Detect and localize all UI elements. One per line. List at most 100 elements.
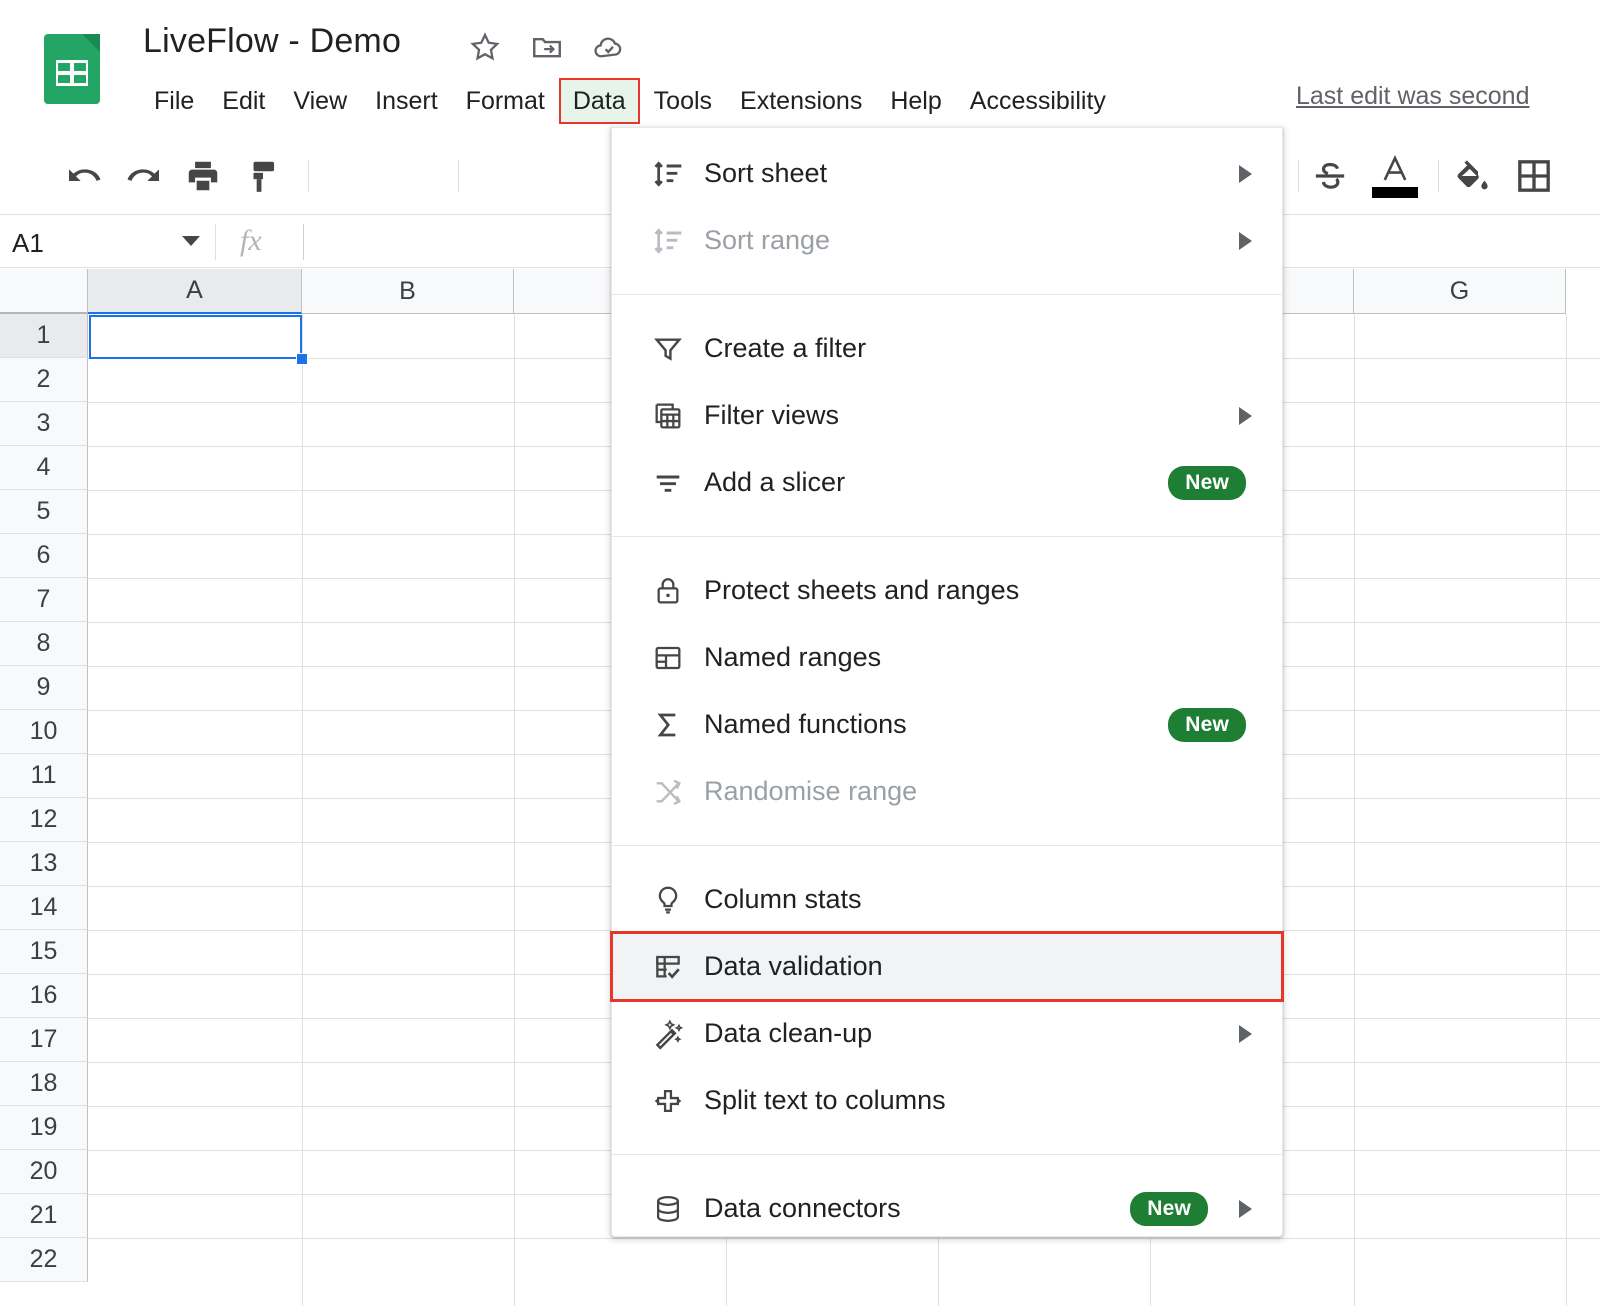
divider	[215, 224, 216, 260]
menu-spacer	[612, 1163, 1282, 1175]
sort-icon	[651, 157, 685, 191]
undo-icon[interactable]	[64, 154, 104, 198]
row-header-12[interactable]: 12	[0, 798, 88, 842]
lightbulb-icon	[651, 883, 685, 917]
menu-item-split-text-to-columns[interactable]: Split text to columns	[612, 1067, 1282, 1134]
magic-wand-icon	[651, 1017, 685, 1051]
row-header-13[interactable]: 13	[0, 842, 88, 886]
menu-spacer	[612, 128, 1282, 140]
row-header-5[interactable]: 5	[0, 490, 88, 534]
document-title[interactable]: LiveFlow - Demo	[143, 22, 401, 61]
menu-view[interactable]: View	[279, 78, 361, 124]
menu-help[interactable]: Help	[876, 78, 955, 124]
menu-item-create-a-filter[interactable]: Create a filter	[612, 315, 1282, 382]
menu-item-named-functions[interactable]: Named functions New	[612, 691, 1282, 758]
menu-item-randomise-range: Randomise range	[612, 758, 1282, 825]
menu-item-protect-sheets-and-ranges[interactable]: Protect sheets and ranges	[612, 557, 1282, 624]
menu-data[interactable]: Data	[558, 78, 640, 124]
sigma-icon	[651, 708, 685, 742]
row-header-2[interactable]: 2	[0, 358, 88, 402]
star-icon[interactable]	[468, 30, 502, 64]
borders-icon[interactable]	[1514, 154, 1554, 198]
menu-tools[interactable]: Tools	[640, 78, 726, 124]
menu-format[interactable]: Format	[452, 78, 559, 124]
row-header-18[interactable]: 18	[0, 1062, 88, 1106]
submenu-arrow-icon	[1239, 1199, 1252, 1218]
menu-file[interactable]: File	[140, 78, 208, 124]
fill-color-icon[interactable]	[1452, 154, 1492, 198]
menu-separator	[612, 1154, 1282, 1155]
divider	[303, 224, 304, 260]
menu-spacer	[612, 545, 1282, 557]
menu-item-sort-sheet[interactable]: Sort sheet	[612, 140, 1282, 207]
redo-icon[interactable]	[124, 154, 164, 198]
data-menu-dropdown: Sort sheet Sort range Create a filter Filte…	[610, 127, 1284, 1237]
row-header-21[interactable]: 21	[0, 1194, 88, 1238]
menu-spacer	[612, 274, 1282, 286]
row-header-19[interactable]: 19	[0, 1106, 88, 1150]
last-edit-status[interactable]: Last edit was second	[1296, 82, 1529, 111]
row-header-10[interactable]: 10	[0, 710, 88, 754]
menu-insert[interactable]: Insert	[361, 78, 452, 124]
grid-line-vertical	[1354, 314, 1355, 1306]
submenu-arrow-icon	[1239, 406, 1252, 425]
row-header-11[interactable]: 11	[0, 754, 88, 798]
row-header-3[interactable]: 3	[0, 402, 88, 446]
menu-item-label: Sort range	[704, 225, 831, 255]
menu-item-data-validation[interactable]: Data validation	[610, 931, 1284, 1002]
move-to-folder-icon[interactable]	[530, 30, 564, 64]
shuffle-icon	[651, 775, 685, 809]
select-all-corner[interactable]	[0, 269, 88, 314]
row-header-14[interactable]: 14	[0, 886, 88, 930]
row-header-8[interactable]: 8	[0, 622, 88, 666]
print-icon[interactable]	[184, 154, 222, 198]
submenu-arrow-icon	[1239, 164, 1252, 183]
menu-item-data-connectors[interactable]: Data connectors New	[612, 1175, 1282, 1242]
row-header-22[interactable]: 22	[0, 1238, 88, 1282]
menu-item-sort-range: Sort range	[612, 207, 1282, 274]
row-header-7[interactable]: 7	[0, 578, 88, 622]
row-header-20[interactable]: 20	[0, 1150, 88, 1194]
row-header-6[interactable]: 6	[0, 534, 88, 578]
menu-spacer	[612, 1242, 1282, 1254]
new-badge: New	[1168, 707, 1246, 742]
menu-edit[interactable]: Edit	[208, 78, 279, 124]
column-header-a[interactable]: A	[88, 269, 302, 314]
menu-item-column-stats[interactable]: Column stats	[612, 866, 1282, 933]
row-header-15[interactable]: 15	[0, 930, 88, 974]
row-header-16[interactable]: 16	[0, 974, 88, 1018]
menu-item-label: Named functions	[704, 709, 907, 739]
row-header-4[interactable]: 4	[0, 446, 88, 490]
title-bar: LiveFlow - Demo File Edit View Insert Fo…	[0, 0, 1600, 132]
menu-item-data-clean-up[interactable]: Data clean-up	[612, 1000, 1282, 1067]
column-header-b[interactable]: B	[302, 269, 514, 314]
filter-views-icon	[651, 399, 685, 433]
active-cell-a1[interactable]	[89, 315, 302, 359]
new-badge: New	[1130, 1191, 1208, 1226]
menu-separator	[612, 845, 1282, 846]
menu-item-named-ranges[interactable]: Named ranges	[612, 624, 1282, 691]
grid-line-vertical	[1566, 314, 1567, 1306]
menu-item-add-a-slicer[interactable]: Add a slicer New	[612, 449, 1282, 516]
menu-item-filter-views[interactable]: Filter views	[612, 382, 1282, 449]
paint-format-icon[interactable]	[244, 154, 282, 198]
strikethrough-icon[interactable]	[1310, 154, 1350, 198]
row-header-9[interactable]: 9	[0, 666, 88, 710]
menu-spacer	[612, 1134, 1282, 1146]
menu-item-label: Column stats	[704, 884, 862, 914]
menu-accessibility[interactable]: Accessibility	[956, 78, 1120, 124]
lock-icon	[651, 574, 685, 608]
fill-handle[interactable]	[296, 353, 308, 365]
name-box-chevron-down-icon[interactable]	[182, 236, 200, 246]
row-header-17[interactable]: 17	[0, 1018, 88, 1062]
text-color-icon[interactable]	[1372, 154, 1418, 198]
row-header-1[interactable]: 1	[0, 314, 88, 358]
name-box[interactable]: A1	[12, 228, 44, 259]
new-badge: New	[1168, 465, 1246, 500]
menu-extensions[interactable]: Extensions	[726, 78, 876, 124]
column-header-g[interactable]: G	[1354, 269, 1566, 314]
sheets-logo-icon[interactable]	[44, 34, 100, 104]
function-icon[interactable]: fx	[240, 224, 262, 258]
menu-item-label: Randomise range	[704, 776, 918, 806]
cloud-saved-icon[interactable]	[592, 30, 626, 64]
